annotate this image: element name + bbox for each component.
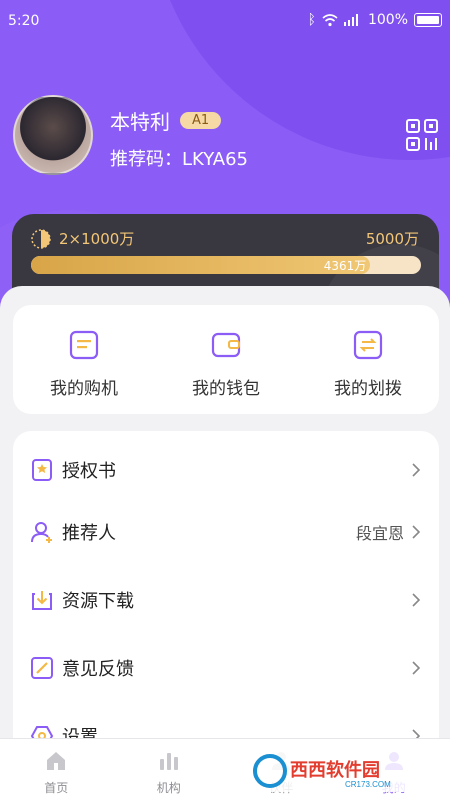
menu-item-feedback[interactable]: 意见反馈: [13, 638, 439, 698]
user-info: 本特利 A1: [110, 106, 222, 135]
chevron-right-icon: [412, 463, 421, 477]
battery-icon: [414, 13, 442, 27]
status-icons: ᛒ 100%: [308, 12, 442, 28]
home-icon: [47, 752, 66, 770]
referrer-name: 段宜恩: [355, 524, 404, 543]
menu-item-label: 推荐人: [62, 523, 116, 544]
membership-current: 2×1000万: [59, 230, 135, 248]
user-name: 本特利: [110, 110, 170, 134]
qr-code-icon[interactable]: [405, 118, 439, 152]
chevron-right-icon: [412, 661, 421, 675]
watermark-url: CR173.COM: [345, 780, 391, 789]
wallet-icon: [211, 332, 241, 358]
referrer-icon: [31, 522, 52, 543]
tab-home[interactable]: 首页: [0, 739, 113, 800]
transfer-icon: [353, 330, 383, 360]
progress-fill: 4361万: [31, 256, 371, 274]
quick-action-label: 我的划拨: [334, 379, 402, 399]
quick-action-label: 我的钱包: [192, 379, 260, 399]
watermark-text: 西西软件园: [290, 759, 380, 780]
menu-item-referrer[interactable]: 推荐人 段宜恩: [13, 502, 439, 562]
chevron-right-icon: [412, 593, 421, 607]
referral-code: 推荐码：LKYA65: [110, 149, 249, 170]
progress-bar: 4361万: [31, 256, 421, 274]
menu-item-downloads[interactable]: 资源下载: [13, 570, 439, 630]
menu-item-authorization[interactable]: 授权书: [13, 440, 439, 500]
avatar[interactable]: [13, 95, 93, 175]
quick-action-purchases[interactable]: 我的购机: [13, 305, 155, 414]
bluetooth-icon: ᛒ: [307, 12, 316, 28]
status-time: 5:20: [8, 13, 40, 29]
device-icon: [69, 330, 99, 360]
menu-item-label: 资源下载: [62, 591, 134, 612]
menu-item-label: 意见反馈: [62, 659, 134, 680]
progress-ring-icon: [31, 229, 51, 249]
progress-value: 4361万: [323, 258, 367, 273]
quick-actions-card: 我的购机 我的钱包 我的划拨: [13, 305, 439, 414]
tab-organization[interactable]: 机构: [113, 739, 226, 800]
battery-percent: 100%: [367, 12, 408, 28]
download-icon: [32, 591, 52, 610]
quick-action-wallet[interactable]: 我的钱包: [155, 305, 297, 414]
wifi-icon: [322, 13, 338, 26]
menu-list: 授权书 推荐人 段宜恩 资源下载 意见反馈 设置: [13, 431, 439, 761]
signal-icon: [343, 14, 358, 26]
menu-item-label: 授权书: [62, 461, 116, 482]
quick-action-label: 我的购机: [50, 379, 118, 399]
tab-label: 机构: [156, 781, 181, 795]
level-badge: A1: [180, 112, 222, 129]
feedback-icon: [31, 657, 53, 679]
watermark-logo: 西西软件园 CR173.COM: [250, 750, 430, 792]
quick-action-transfer[interactable]: 我的划拨: [297, 305, 439, 414]
membership-target: 5000万: [365, 230, 419, 248]
certificate-icon: [32, 459, 52, 481]
chevron-right-icon: [412, 525, 421, 539]
tab-label: 首页: [44, 781, 69, 795]
organization-icon: [159, 753, 178, 770]
status-bar: 5:20 ᛒ 100%: [0, 0, 450, 42]
